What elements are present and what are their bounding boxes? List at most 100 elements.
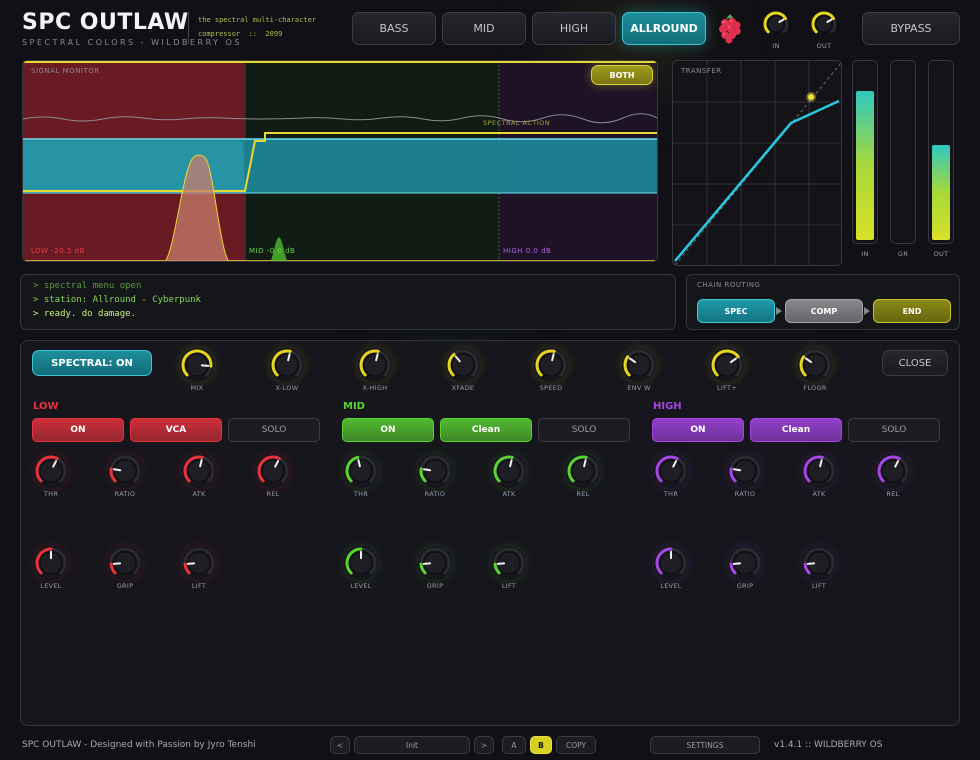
band-mid-clean-button[interactable]: Clean xyxy=(440,418,532,442)
band-high-atk-knob[interactable] xyxy=(802,454,836,488)
band-mid-thr-knob[interactable] xyxy=(344,454,378,488)
version-label: v1.4.1 :: WILDBERRY OS xyxy=(774,740,883,750)
bypass-button[interactable]: BYPASS xyxy=(862,12,960,45)
band-high-atk-label: ATK xyxy=(812,490,826,498)
output-meter xyxy=(928,60,954,244)
band-low-atk-knob[interactable] xyxy=(182,454,216,488)
global-env-w-label: ENV W xyxy=(627,384,651,392)
chain-step-spec[interactable]: SPEC xyxy=(697,299,775,323)
band-low-grip-label: GRIP xyxy=(116,582,134,590)
band-mid-grip-knob[interactable] xyxy=(418,546,452,580)
band-high-clean-button[interactable]: Clean xyxy=(750,418,842,442)
input-meter xyxy=(852,60,878,244)
close-button[interactable]: CLOSE xyxy=(882,350,948,376)
band-low-ratio-knob[interactable] xyxy=(108,454,142,488)
chain-routing: CHAIN ROUTING SPEC COMP END xyxy=(686,274,960,330)
copy-button[interactable]: COPY xyxy=(556,736,596,754)
global-x-high-knob[interactable] xyxy=(358,348,392,382)
transfer-graph: TRANSFER xyxy=(672,60,842,266)
band-mid-level-knob[interactable] xyxy=(344,546,378,580)
band-high-on-button[interactable]: ON xyxy=(652,418,744,442)
band-high-level-label: LEVEL xyxy=(660,582,682,590)
prev-preset-button[interactable]: < xyxy=(330,736,350,754)
band-high-solo-button[interactable]: SOLO xyxy=(848,418,940,442)
output-meter-fill xyxy=(932,145,950,240)
global-lift--knob[interactable] xyxy=(710,348,744,382)
band-low-thr-knob[interactable] xyxy=(34,454,68,488)
band-title-high: HIGH xyxy=(653,401,682,412)
out-meter-label: OUT xyxy=(933,250,949,258)
mode-button-high[interactable]: HIGH xyxy=(532,12,616,45)
global-mix-knob[interactable] xyxy=(180,348,214,382)
transfer-curve xyxy=(673,61,841,265)
tagline: the spectral multi-character compressor … xyxy=(198,16,317,38)
band-mid-solo-button[interactable]: SOLO xyxy=(538,418,630,442)
band-high-lift-knob[interactable] xyxy=(802,546,836,580)
band-low-vca-button[interactable]: VCA xyxy=(130,418,222,442)
mode-label: ALLROUND xyxy=(630,22,698,35)
band-low-lift-knob[interactable] xyxy=(182,546,216,580)
mode-label: HIGH xyxy=(559,22,589,35)
chain-title: CHAIN ROUTING xyxy=(697,281,761,289)
output-gain-knob[interactable] xyxy=(810,10,838,38)
chain-arrow-icon xyxy=(864,307,870,315)
band-high-level-knob[interactable] xyxy=(654,546,688,580)
global-x-low-label: X-LOW xyxy=(275,384,299,392)
bypass-label: BYPASS xyxy=(890,22,932,35)
band-mid-ratio-label: RATIO xyxy=(424,490,446,498)
global-x-high-label: X-HIGH xyxy=(362,384,388,392)
band-low-level-knob[interactable] xyxy=(34,546,68,580)
band-high-ratio-knob[interactable] xyxy=(728,454,762,488)
spectral-toggle-button[interactable]: SPECTRAL: ON xyxy=(32,350,152,376)
ab-slot-b-button[interactable]: B xyxy=(530,736,552,754)
band-mid-on-button[interactable]: ON xyxy=(342,418,434,442)
mode-button-allround[interactable]: ALLROUND xyxy=(622,12,706,45)
preset-name-field[interactable]: Init xyxy=(354,736,470,754)
monitor-view-toggle[interactable]: BOTH xyxy=(591,65,653,85)
next-preset-button[interactable]: > xyxy=(474,736,494,754)
band-low-on-button[interactable]: ON xyxy=(32,418,124,442)
mode-label: MID xyxy=(473,22,495,35)
global-floor-knob[interactable] xyxy=(798,348,832,382)
mode-button-mid[interactable]: MID xyxy=(442,12,526,45)
settings-button[interactable]: SETTINGS xyxy=(650,736,760,754)
console-line: > spectral menu open xyxy=(33,281,142,291)
band-high-rel-knob[interactable] xyxy=(876,454,910,488)
band-mid-lift-knob[interactable] xyxy=(492,546,526,580)
monitor-title: SIGNAL MONITOR xyxy=(31,67,100,75)
input-gain-knob[interactable] xyxy=(762,10,790,38)
band-high-grip-knob[interactable] xyxy=(728,546,762,580)
chain-step-end[interactable]: END xyxy=(873,299,951,323)
band-low-solo-button[interactable]: SOLO xyxy=(228,418,320,442)
band-mid-ratio-knob[interactable] xyxy=(418,454,452,488)
band-low-grip-knob[interactable] xyxy=(108,546,142,580)
band-mid-rel-knob[interactable] xyxy=(566,454,600,488)
band-mid-grip-label: GRIP xyxy=(426,582,444,590)
global-env-w-knob[interactable] xyxy=(622,348,656,382)
band-mid-thr-label: THR xyxy=(353,490,369,498)
toggle-label: BOTH xyxy=(609,70,635,80)
gain-reduction-meter xyxy=(890,60,916,244)
band-low-level-label: LEVEL xyxy=(40,582,62,590)
spectrum-display xyxy=(23,61,657,261)
global-lift--label: LIFT+ xyxy=(716,384,738,392)
band-high-thr-knob[interactable] xyxy=(654,454,688,488)
band-mid-lift-label: LIFT xyxy=(501,582,517,590)
global-speed-knob[interactable] xyxy=(534,348,568,382)
chain-step-comp[interactable]: COMP xyxy=(785,299,863,323)
chain-arrow-icon xyxy=(776,307,782,315)
mode-button-bass[interactable]: BASS xyxy=(352,12,436,45)
global-xfade-knob[interactable] xyxy=(446,348,480,382)
header-divider xyxy=(188,12,189,44)
close-label: CLOSE xyxy=(898,357,932,369)
global-x-low-knob[interactable] xyxy=(270,348,304,382)
band-mid-atk-knob[interactable] xyxy=(492,454,526,488)
output-gain-label: OUT xyxy=(816,42,832,50)
band-title-mid: MID xyxy=(343,401,365,412)
low-level-readout: LOW -20.5 dB xyxy=(31,247,85,255)
band-low-rel-knob[interactable] xyxy=(256,454,290,488)
ab-slot-a-button[interactable]: A xyxy=(502,736,526,754)
band-high-lift-label: LIFT xyxy=(811,582,827,590)
global-speed-label: SPEED xyxy=(539,384,563,392)
band-low-atk-label: ATK xyxy=(192,490,206,498)
